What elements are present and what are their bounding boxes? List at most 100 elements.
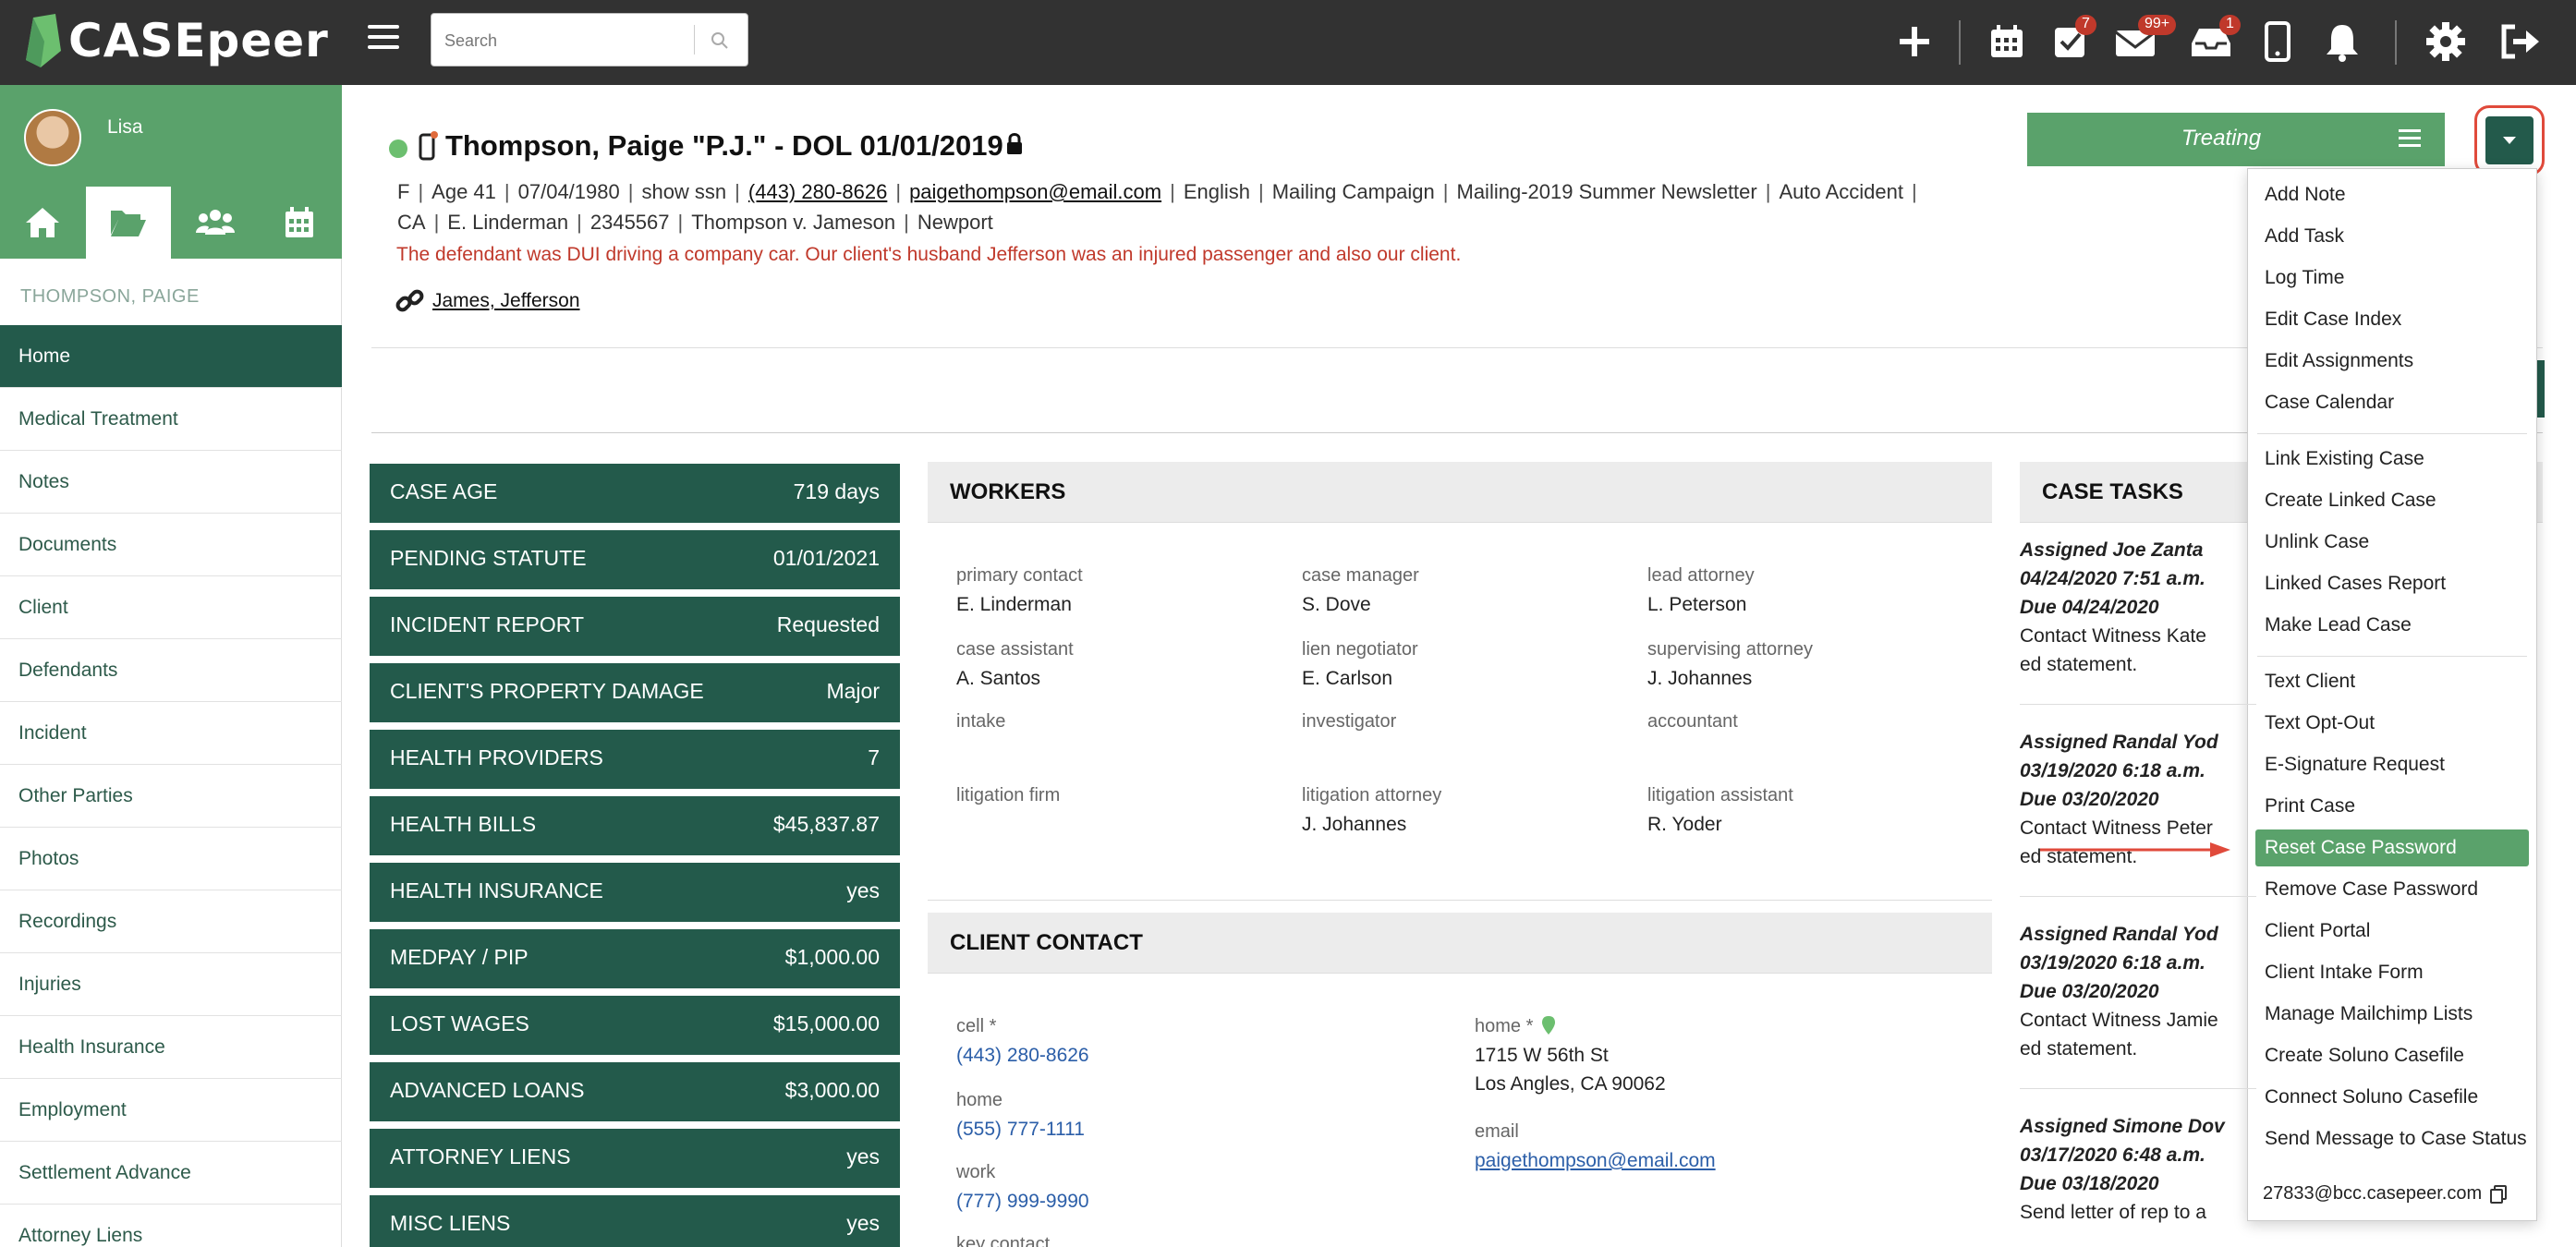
avatar[interactable] [24,109,81,166]
stat-row[interactable]: HEALTH INSURANCE yes [370,863,900,922]
sidebar-item-settlement-advance[interactable]: Settlement Advance [0,1142,342,1205]
tab-calendar[interactable] [257,187,342,259]
sidebar-item-medical-treatment[interactable]: Medical Treatment [0,388,342,451]
sidebar-item-documents[interactable]: Documents [0,514,342,576]
logout-button[interactable] [2497,17,2546,67]
sidebar-item-injuries[interactable]: Injuries [0,953,342,1016]
address-line-2: Los Angles, CA 90062 [1475,1073,1666,1095]
menu-item-text-opt-out[interactable]: Text Opt-Out [2248,705,2536,742]
worker-role-label: litigation firm [956,785,1061,805]
menu-item-add-note[interactable]: Add Note [2248,176,2536,213]
menu-item-create-linked-case[interactable]: Create Linked Case [2248,482,2536,519]
map-pin-icon[interactable] [1541,1016,1555,1035]
sidebar-item-employment[interactable]: Employment [0,1079,342,1142]
sidebar-item-other-parties[interactable]: Other Parties [0,765,342,828]
menu-item-remove-case-password[interactable]: Remove Case Password [2248,871,2536,908]
stat-row[interactable]: PENDING STATUTE 01/01/2021 [370,530,900,589]
notifications-button[interactable] [2317,17,2367,67]
menu-item-client-intake-form[interactable]: Client Intake Form [2248,954,2536,991]
stat-row[interactable]: INCIDENT REPORT Requested [370,597,900,656]
task-description: Contact Witness Jamie [2020,1010,2218,1031]
menu-item-print-case[interactable]: Print Case [2248,788,2536,825]
tab-home[interactable] [0,187,85,259]
sidebar-item-photos[interactable]: Photos [0,828,342,890]
stat-row[interactable]: MISC LIENS yes [370,1195,900,1247]
search-icon[interactable] [709,30,731,52]
case-info-link[interactable]: (443) 280-8626 [748,180,887,203]
sidebar-item-incident[interactable]: Incident [0,702,342,765]
info-separator: | [577,211,582,234]
messages-button[interactable]: 99+ [2110,15,2177,67]
menu-item-edit-case-index[interactable]: Edit Case Index [2248,301,2536,338]
stat-row[interactable]: CASE AGE 719 days [370,464,900,523]
case-task-item[interactable]: Assigned Simone Dov 03/17/2020 6:48 a.m. D… [2020,1112,2256,1227]
case-title: Thompson, Paige "P.J." - DOL 01/01/2019 [445,129,1003,162]
case-status-label: Treating [2181,126,2262,151]
menu-item-reset-case-password[interactable]: Reset Case Password [2255,829,2529,866]
sidebar-item-recordings[interactable]: Recordings [0,890,342,953]
home-phone-link[interactable]: (555) 777-1111 [956,1119,1085,1141]
case-actions-menu: 27833@bcc.casepeer.com Add Note Add Task L… [2247,168,2537,1221]
sidebar-client-name: THOMPSON, PAIGE [20,286,200,307]
settings-button[interactable] [2421,17,2471,67]
mobile-app-button[interactable] [2253,17,2303,67]
email-link[interactable]: paigethompson@email.com [1475,1150,1716,1172]
stat-row[interactable]: CLIENT'S PROPERTY DAMAGE Major [370,663,900,722]
sidebar-item-defendants[interactable]: Defendants [0,639,342,702]
menu-item-add-task[interactable]: Add Task [2248,218,2536,255]
tab-cases[interactable] [86,187,171,259]
sidebar: Lisa THOMPSON, PAIGE Home Medical Treatm… [0,85,342,1247]
menu-item-manage-mailchimp-lists[interactable]: Manage Mailchimp Lists [2248,996,2536,1033]
copy-icon[interactable] [2489,1184,2508,1205]
menu-item-create-soluno-casefile[interactable]: Create Soluno Casefile [2248,1037,2536,1074]
stat-row[interactable]: LOST WAGES $15,000.00 [370,996,900,1055]
stat-value: $3,000.00 [784,1078,880,1102]
cell-phone-field: cell * (443) 280-8626 [956,1016,1089,1067]
tasks-button[interactable]: 7 [2046,15,2096,67]
inbox-button[interactable]: 1 [2186,15,2241,67]
sidebar-item-notes[interactable]: Notes [0,451,342,514]
linked-case-link[interactable]: James, Jefferson [432,290,580,312]
stat-row[interactable]: ATTORNEY LIENS yes [370,1129,900,1188]
menu-item-link-existing-case[interactable]: Link Existing Case [2248,441,2536,478]
menu-item-unlink-case[interactable]: Unlink Case [2248,524,2536,561]
menu-item-connect-soluno-casefile[interactable]: Connect Soluno Casefile [2248,1079,2536,1116]
sidebar-item-health-insurance[interactable]: Health Insurance [0,1016,342,1079]
casepeer-logo[interactable]: CASEpeer [24,11,329,70]
search-input[interactable] [444,27,694,54]
menu-item-edit-assignments[interactable]: Edit Assignments [2248,343,2536,380]
stat-row[interactable]: HEALTH PROVIDERS 7 [370,730,900,789]
menu-item-case-calendar[interactable]: Case Calendar [2248,384,2536,421]
menu-item-log-time[interactable]: Log Time [2248,260,2536,297]
logo-text: CASEpeer [68,14,329,67]
sidebar-item-attorney-liens[interactable]: Attorney Liens [0,1205,342,1247]
worker-role-label: supervising attorney [1647,639,1813,660]
case-status-dropdown[interactable]: Treating [2027,113,2445,166]
case-task-item[interactable]: Assigned Joe Zanta 04/24/2020 7:51 a.m. Du… [2020,536,2256,679]
calendar-button[interactable] [1982,17,2032,67]
case-info-line-1: F | Age 41 | 07/04/1980 | show ssn | (443) 280-8… [397,180,1926,204]
stat-row[interactable]: MEDPAY / PIP $1,000.00 [370,929,900,988]
case-info-link[interactable]: paigethompson@email.com [909,180,1161,203]
menu-item-make-lead-case[interactable]: Make Lead Case [2248,607,2536,644]
stat-row[interactable]: ADVANCED LOANS $3,000.00 [370,1062,900,1121]
menu-item-e-signature-request[interactable]: E-Signature Request [2248,746,2536,783]
work-phone-link[interactable]: (777) 999-9990 [956,1191,1089,1213]
menu-item-linked-cases-report[interactable]: Linked Cases Report [2248,565,2536,602]
tab-contacts[interactable] [173,187,258,259]
menu-item-text-client[interactable]: Text Client [2248,663,2536,700]
sidebar-item-home[interactable]: Home [0,325,342,388]
worker-name: A. Santos [956,668,1041,689]
case-actions-dropdown-button[interactable] [2474,105,2545,176]
main-menu-button[interactable] [368,25,399,53]
add-button[interactable] [1889,17,1939,67]
case-task-item[interactable]: Assigned Randal Yod 03/19/2020 6:18 a.m. D… [2020,920,2256,1063]
calendar-icon [286,207,313,237]
menu-item-send-message-to-case-status[interactable]: Send Message to Case Status [2248,1120,2536,1157]
sidebar-item-client[interactable]: Client [0,576,342,639]
worker-accountant-field: accountant [1647,711,1738,740]
stat-row[interactable]: HEALTH BILLS $45,837.87 [370,796,900,855]
task-due-date: Due 03/20/2020 [2020,981,2159,1002]
cell-phone-link[interactable]: (443) 280-8626 [956,1045,1089,1067]
menu-item-client-portal[interactable]: Client Portal [2248,913,2536,950]
